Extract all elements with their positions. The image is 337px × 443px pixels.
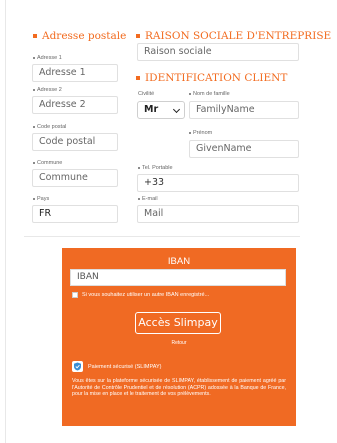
lastname-label: Nom de famille (189, 91, 230, 97)
chevron-down-icon (172, 105, 181, 114)
commune-input[interactable]: Commune (32, 169, 118, 187)
civility-select[interactable]: Mr (137, 101, 185, 119)
slimpay-notice: Vous êtes sur la plateforme sécurisée de… (72, 378, 286, 398)
civility-value: Mr (144, 104, 159, 115)
firstname-label: Prénom (189, 130, 212, 136)
iban-input[interactable]: IBAN (70, 269, 286, 286)
postal-section-title: Adresse postale (33, 30, 126, 42)
commune-label: Commune (33, 160, 62, 166)
other-iban-checkbox[interactable] (72, 292, 78, 298)
section-bullet (136, 34, 140, 38)
lastname-input[interactable]: FamilyName (189, 101, 299, 119)
secure-payment-label: Paiement sécurisé (SLIMPAY) (88, 363, 162, 370)
postal-code-label: Code postal (33, 124, 66, 130)
client-title-text: IDENTIFICATION CLIENT (145, 72, 288, 84)
section-bullet (136, 76, 140, 80)
firstname-input[interactable]: GivenName (189, 140, 299, 158)
back-link[interactable]: Retour (62, 340, 296, 346)
email-label: E-mail (138, 196, 158, 202)
client-section-title: IDENTIFICATION CLIENT (136, 72, 287, 84)
slimpay-access-button[interactable]: Accès Slimpay (135, 312, 221, 334)
iban-title: IBAN (167, 256, 191, 267)
secure-payment-row: Paiement sécurisé (SLIMPAY) (72, 361, 161, 372)
country-input[interactable]: FR (32, 205, 118, 223)
postal-title-text: Adresse postale (42, 30, 127, 42)
postal-code-input[interactable]: Code postal (32, 133, 118, 151)
other-iban-option[interactable]: Si vous souhaitez utiliser un autre IBAN… (72, 292, 209, 298)
section-bullet (33, 34, 37, 38)
address1-input[interactable]: Adresse 1 (32, 64, 118, 82)
page-border (5, 0, 6, 443)
shield-check-icon (72, 361, 83, 372)
address2-input[interactable]: Adresse 2 (32, 96, 118, 114)
company-name-input[interactable]: Raison sociale (137, 43, 299, 61)
other-iban-label: Si vous souhaitez utiliser un autre IBAN… (82, 292, 210, 298)
civility-label: Civilité (138, 91, 155, 97)
iban-panel: IBAN IBAN Si vous souhaitez utiliser un … (62, 248, 296, 426)
email-input[interactable]: Mail (137, 205, 299, 223)
address1-label: Adresse 1 (33, 55, 62, 61)
address2-label: Adresse 2 (33, 87, 62, 93)
phone-label: Tel. Portable (138, 165, 173, 171)
phone-input[interactable]: +33 (137, 174, 299, 192)
country-label: Pays (33, 196, 49, 202)
company-section-title: RAISON SOCIALE D'ENTREPRISE (136, 30, 331, 42)
company-title-text: RAISON SOCIALE D'ENTREPRISE (145, 30, 332, 42)
section-divider (24, 236, 300, 237)
